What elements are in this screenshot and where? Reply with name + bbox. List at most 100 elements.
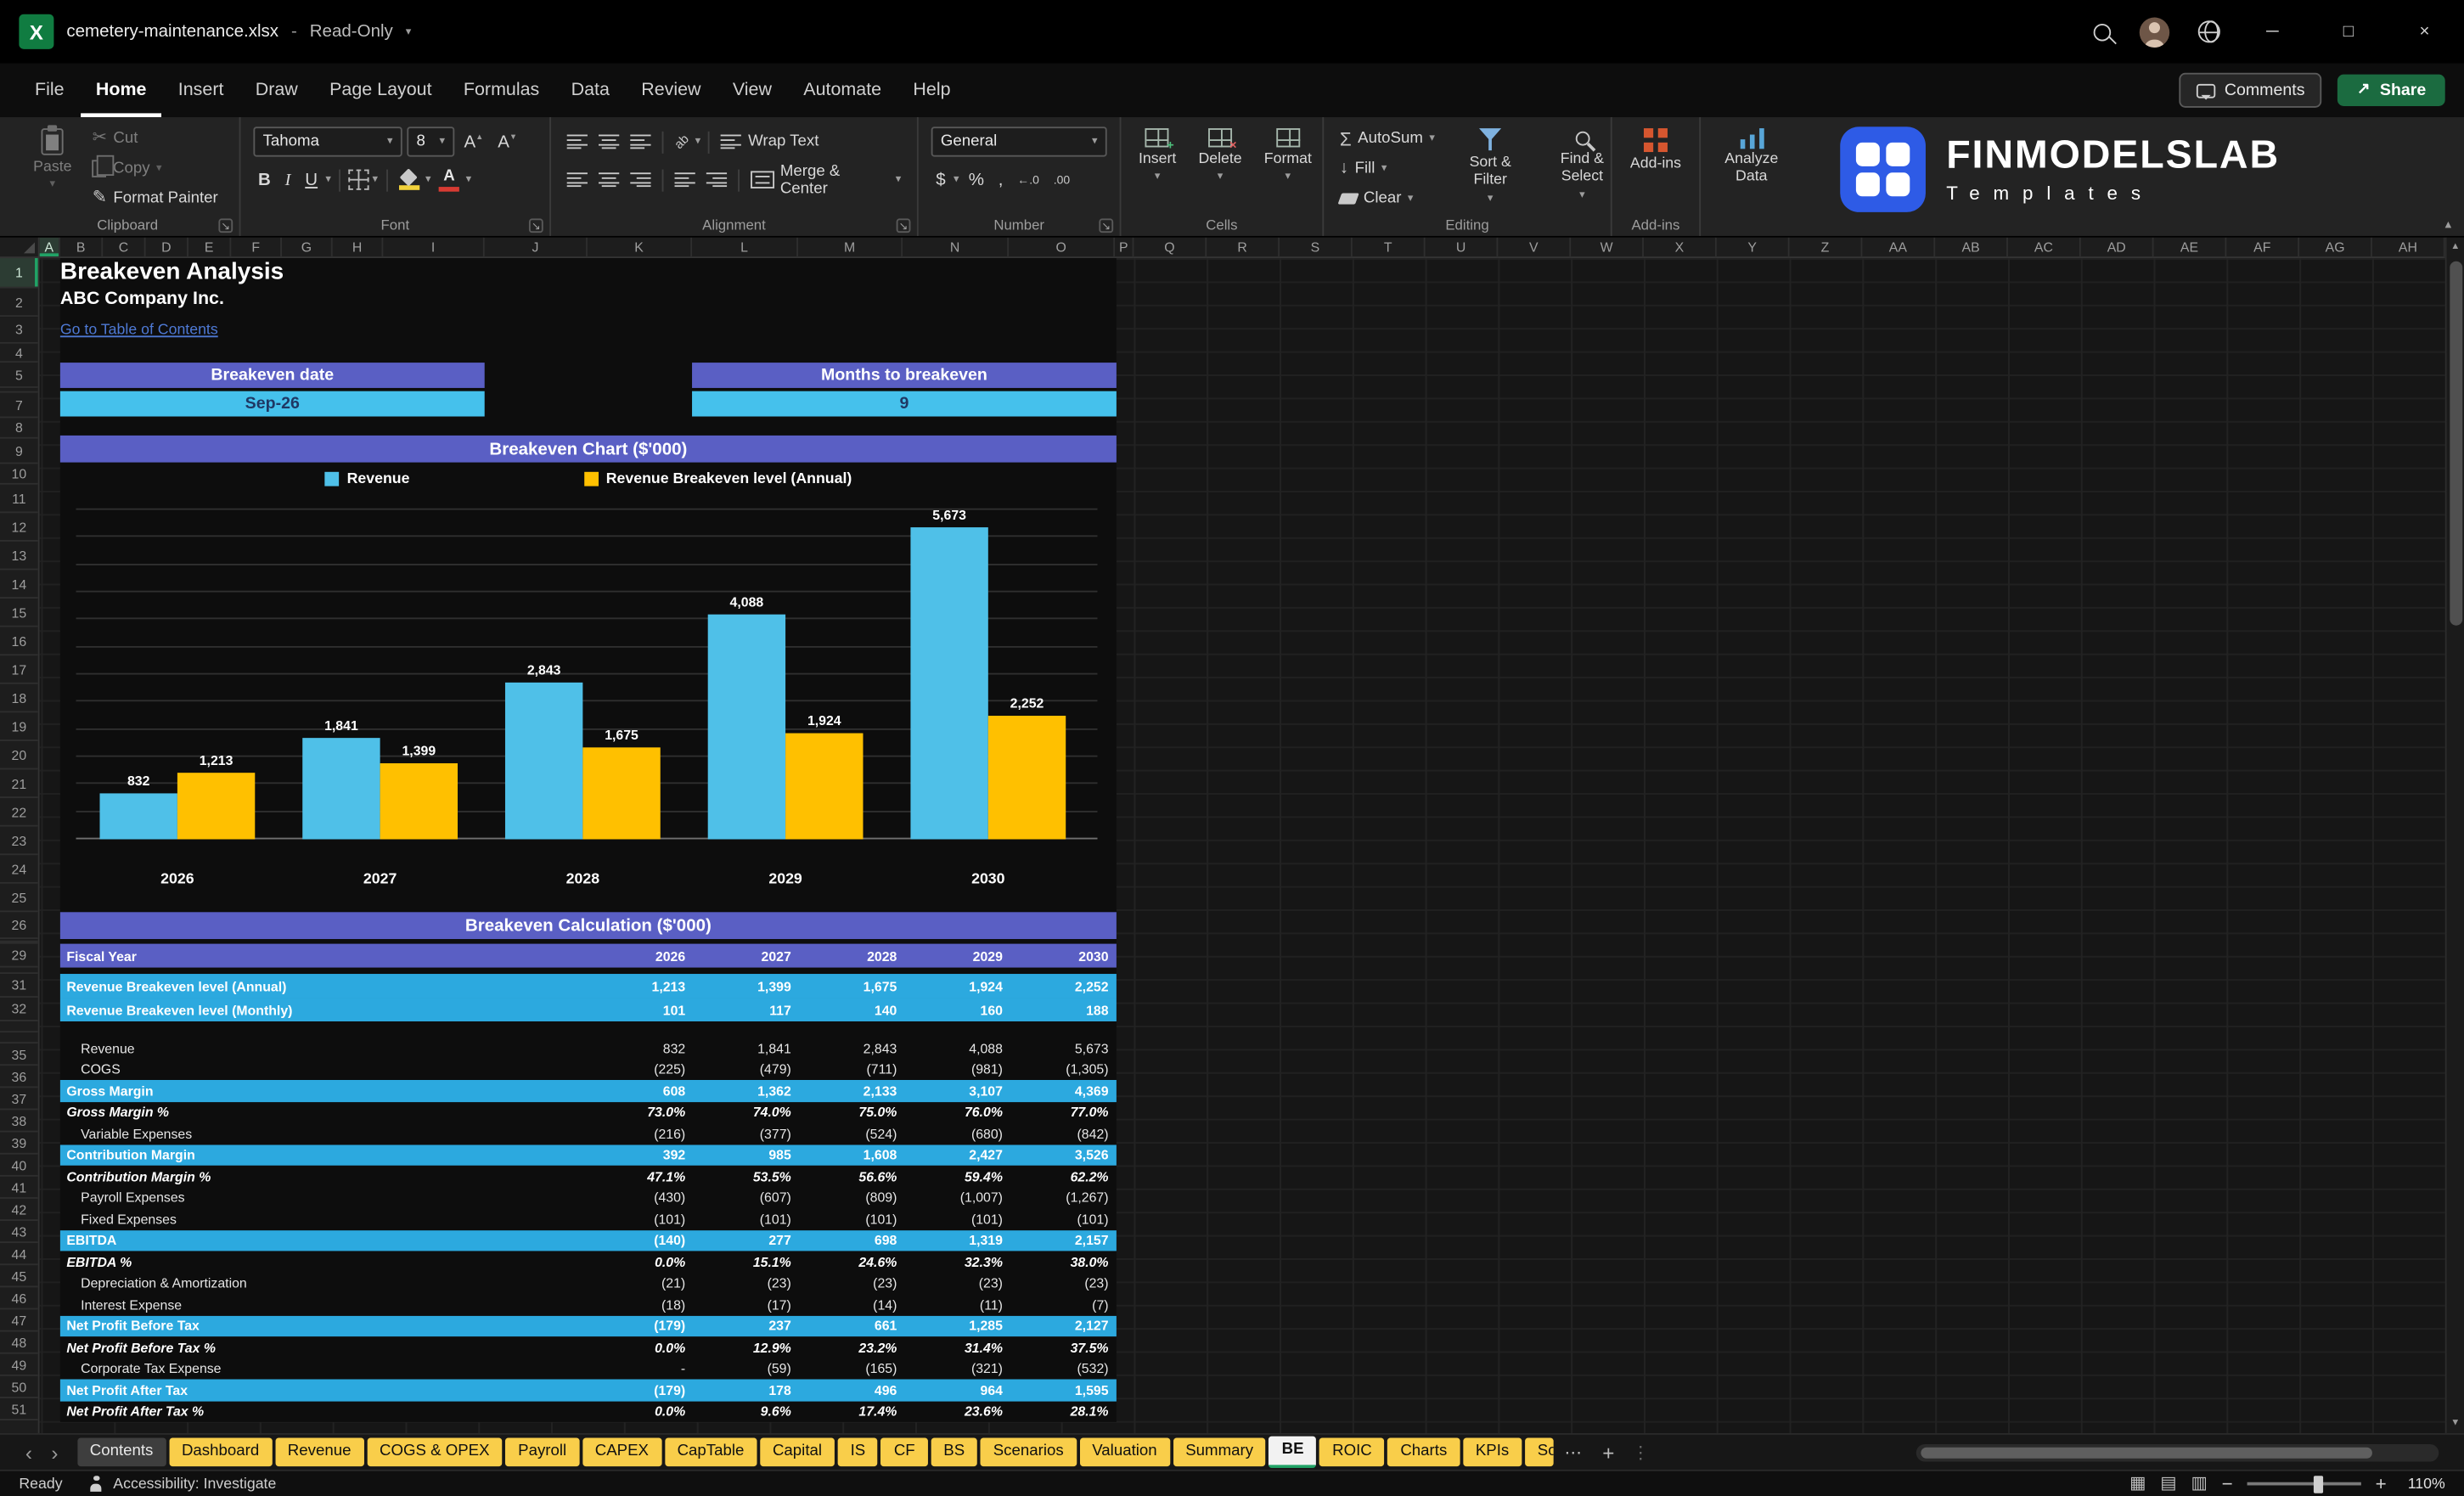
format-painter-button[interactable]: ✎ Format Painter — [89, 185, 221, 212]
cell-value[interactable]: 964 — [905, 1382, 1011, 1398]
table-row-interest-expense[interactable]: Interest Expense (18) (17) (14) (11) (7) — [60, 1294, 1117, 1315]
cell-value[interactable]: 37.5% — [1010, 1339, 1117, 1355]
cell-value[interactable]: 178 — [694, 1382, 800, 1398]
sheet-tab-roic[interactable]: ROIC — [1319, 1437, 1385, 1467]
cell-value[interactable]: 1,924 — [905, 978, 1011, 994]
column-header-W[interactable]: W — [1571, 237, 1644, 257]
chevron-down-icon[interactable]: ▾ — [406, 26, 412, 37]
chevron-down-icon[interactable]: ▾ — [372, 174, 378, 185]
row-header-2[interactable]: 2 — [0, 288, 38, 318]
globe-icon[interactable] — [2197, 20, 2220, 43]
column-header-AG[interactable]: AG — [2299, 237, 2372, 257]
column-header-S[interactable]: S — [1280, 237, 1353, 257]
column-header-L[interactable]: L — [692, 237, 799, 257]
breakeven-date-value[interactable]: Sep-26 — [59, 391, 485, 417]
cell-value[interactable]: 9.6% — [694, 1403, 800, 1420]
cell-value[interactable]: 117 — [694, 1002, 800, 1018]
row-header-10[interactable]: 10 — [0, 464, 38, 485]
cell-value[interactable]: (23) — [1010, 1275, 1117, 1291]
number-dialog-launcher-icon[interactable]: ↘ — [1099, 218, 1114, 233]
row-header-47[interactable]: 47 — [0, 1309, 38, 1332]
cell-value[interactable]: (101) — [1010, 1211, 1117, 1227]
row-header-44[interactable]: 44 — [0, 1243, 38, 1266]
page-break-view-icon[interactable]: ▥ — [2191, 1474, 2207, 1493]
bold-button[interactable]: B — [253, 170, 275, 188]
cell-value[interactable]: 5,673 — [1010, 1040, 1117, 1056]
cell-value[interactable]: (179) — [588, 1318, 694, 1334]
more-sheets-icon[interactable]: ⋯ — [1553, 1442, 1593, 1462]
cell-value[interactable]: (23) — [905, 1275, 1011, 1291]
cell-value[interactable]: (101) — [694, 1211, 800, 1227]
cell-value[interactable]: 77.0% — [1010, 1104, 1117, 1120]
zoom-out-button[interactable]: − — [2222, 1474, 2233, 1493]
table-row-revenue-breakeven-level-annual[interactable]: Revenue Breakeven level (Annual) 1,213 1,3… — [59, 974, 1117, 998]
row-header-45[interactable]: 45 — [0, 1265, 38, 1288]
row-header-18[interactable]: 18 — [0, 684, 38, 713]
scroll-down-icon[interactable]: ▼ — [2450, 1414, 2460, 1433]
table-row-corporate-tax-expense[interactable]: Corporate Tax Expense - (59) (165) (321) (532… — [60, 1358, 1117, 1379]
row-header-43[interactable]: 43 — [0, 1221, 38, 1244]
row-header-33[interactable] — [0, 1021, 38, 1033]
wrap-text-button[interactable]: Wrap Text — [718, 128, 822, 155]
table-row-ebitda[interactable]: EBITDA % 0.0% 15.1% 24.6% 32.3% 38.0% — [60, 1251, 1117, 1272]
cell-value[interactable]: 985 — [694, 1147, 800, 1163]
sort-filter-button[interactable]: Sort & Filter ▾ — [1451, 125, 1530, 212]
column-header-Y[interactable]: Y — [1717, 237, 1790, 257]
tab-scroll-left-icon[interactable]: ‹ — [16, 1442, 42, 1462]
menu-draw[interactable]: Draw — [239, 64, 313, 117]
menu-data[interactable]: Data — [555, 64, 626, 117]
bar-revenue-2026[interactable]: 832 — [99, 773, 177, 840]
sheet-tab-capex[interactable]: CAPEX — [582, 1437, 661, 1467]
chevron-down-icon[interactable]: ▾ — [325, 174, 331, 185]
row-header-19[interactable]: 19 — [0, 712, 38, 741]
cell-value[interactable]: (101) — [905, 1211, 1011, 1227]
column-header-E[interactable]: E — [188, 237, 232, 257]
column-header-C[interactable]: C — [103, 237, 146, 257]
cut-button[interactable]: ✂ Cut — [89, 125, 221, 152]
cell-value[interactable]: 73.0% — [588, 1104, 694, 1120]
bar-revenue-breakeven-level-annual-2029[interactable]: 1,924 — [785, 713, 864, 840]
row-header-20[interactable]: 20 — [0, 741, 38, 770]
page-layout-view-icon[interactable]: ▤ — [2160, 1474, 2176, 1493]
insert-cells-button[interactable]: + Insert ▾ — [1134, 125, 1181, 185]
sheet-tab-cogs-opex[interactable]: COGS & OPEX — [367, 1437, 503, 1467]
cell-value[interactable]: 17.4% — [799, 1403, 905, 1420]
column-header-K[interactable]: K — [588, 237, 693, 257]
row-header-15[interactable]: 15 — [0, 599, 38, 627]
chevron-down-icon[interactable]: ▾ — [425, 174, 431, 185]
row-header-25[interactable]: 25 — [0, 884, 38, 913]
column-header-O[interactable]: O — [1009, 237, 1116, 257]
row-header-26[interactable]: 26 — [0, 912, 38, 940]
italic-button[interactable]: I — [280, 170, 295, 188]
chevron-down-icon[interactable]: ▾ — [954, 174, 959, 185]
cell-value[interactable]: (101) — [799, 1211, 905, 1227]
bar-revenue-2029[interactable]: 4,088 — [707, 594, 786, 840]
horizontal-scrollbar-thumb[interactable] — [1921, 1446, 2372, 1458]
sheet-tab-summary[interactable]: Summary — [1173, 1437, 1266, 1467]
align-middle-button[interactable] — [595, 133, 622, 151]
font-color-button[interactable]: A — [436, 168, 463, 191]
cell-value[interactable]: 1,213 — [588, 978, 694, 994]
cell-value[interactable]: 62.2% — [1010, 1168, 1117, 1184]
cell-value[interactable]: 4,369 — [1010, 1083, 1117, 1099]
row-header-31[interactable]: 31 — [0, 974, 38, 998]
cell-value[interactable]: 698 — [799, 1233, 905, 1249]
cell-value[interactable]: (23) — [799, 1275, 905, 1291]
row-header-37[interactable]: 37 — [0, 1088, 38, 1111]
row-header-42[interactable]: 42 — [0, 1199, 38, 1221]
sheet-tab-revenue[interactable]: Revenue — [274, 1437, 364, 1467]
cell-value[interactable]: (809) — [799, 1189, 905, 1206]
align-top-button[interactable] — [564, 133, 591, 151]
column-header-G[interactable]: G — [282, 237, 333, 257]
cell-value[interactable]: 392 — [588, 1147, 694, 1163]
align-left-button[interactable] — [564, 171, 591, 188]
cell-value[interactable]: 608 — [588, 1083, 694, 1099]
row-header-46[interactable]: 46 — [0, 1287, 38, 1310]
scroll-up-icon[interactable]: ▲ — [2450, 238, 2460, 256]
cell-value[interactable]: 1,675 — [799, 978, 905, 994]
sheet-tab-scenarios[interactable]: Scenarios — [980, 1437, 1077, 1467]
cell-value[interactable]: 661 — [799, 1318, 905, 1334]
cell-value[interactable]: 56.6% — [799, 1168, 905, 1184]
cell-value[interactable]: (216) — [588, 1126, 694, 1142]
cell-value[interactable]: 1,841 — [694, 1040, 800, 1056]
